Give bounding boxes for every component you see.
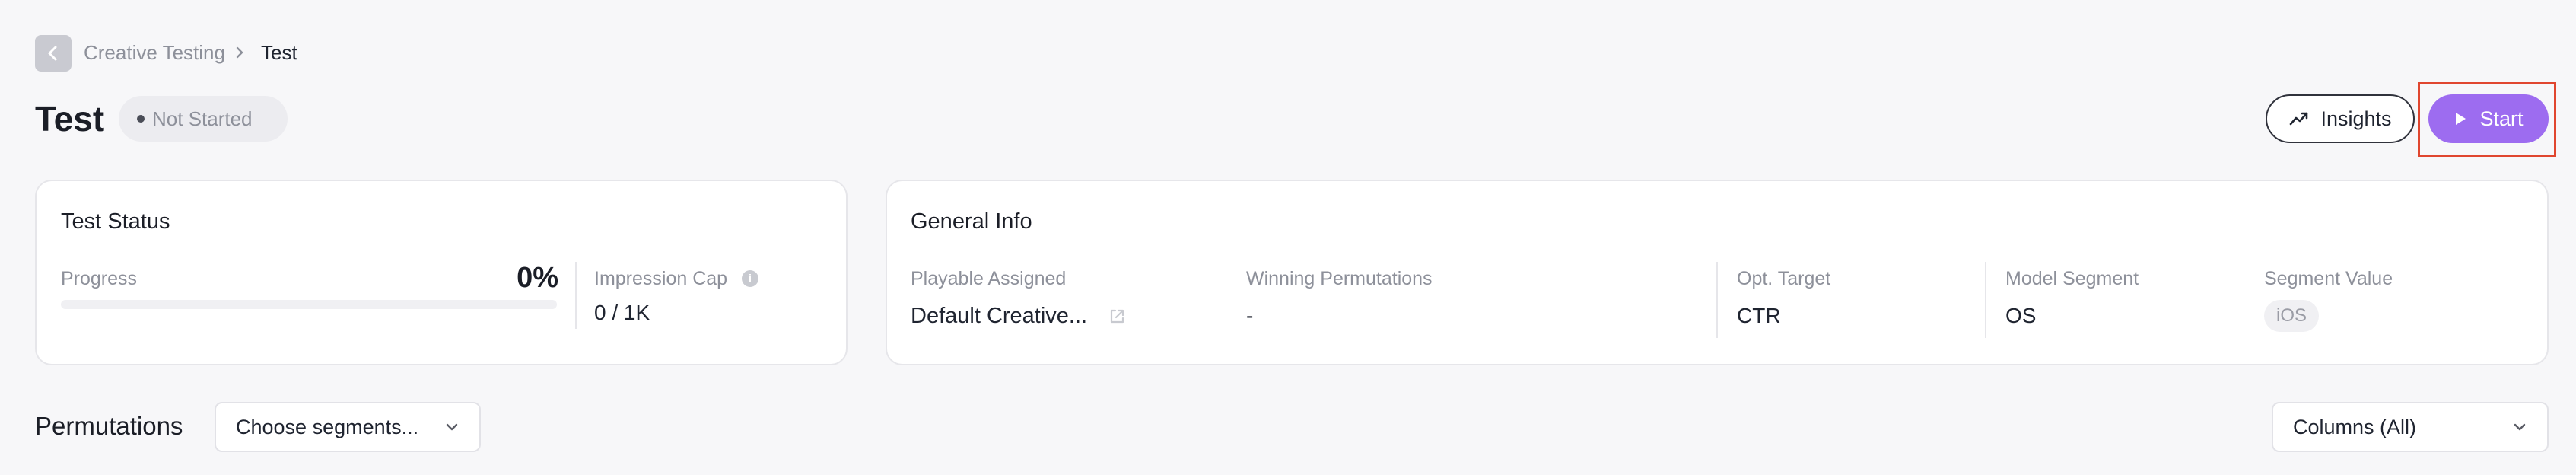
progress-bar xyxy=(61,300,557,309)
test-status-title: Test Status xyxy=(61,209,170,234)
impression-cap-value: 0 / 1K xyxy=(594,301,650,324)
page-title: Test xyxy=(35,99,105,139)
back-button[interactable] xyxy=(35,35,72,72)
start-button[interactable]: Start xyxy=(2428,94,2549,143)
playable-assigned-label: Playable Assigned xyxy=(911,268,1067,289)
divider xyxy=(575,262,577,329)
insights-button[interactable]: Insights xyxy=(2266,94,2415,143)
segment-value-label: Segment Value xyxy=(2264,268,2393,289)
start-button-label: Start xyxy=(2479,107,2524,130)
model-segment-label: Model Segment xyxy=(2005,268,2139,289)
columns-select[interactable]: Columns (All) xyxy=(2272,402,2549,452)
progress-percent: 0% xyxy=(517,262,558,294)
progress-label: Progress xyxy=(61,268,138,289)
permutations-title: Permutations xyxy=(35,412,183,440)
winning-permutations-label: Winning Permutations xyxy=(1246,268,1433,289)
divider xyxy=(1716,262,1718,338)
segments-select-value: Choose segments... xyxy=(236,415,419,438)
model-segment-value: OS xyxy=(2005,304,2037,327)
external-link-icon[interactable] xyxy=(1108,308,1126,330)
opt-target-label: Opt. Target xyxy=(1737,268,1831,289)
columns-select-value: Columns (All) xyxy=(2293,415,2417,438)
info-icon[interactable]: i xyxy=(742,270,758,287)
chevron-down-icon xyxy=(446,423,458,431)
divider xyxy=(1985,262,1986,338)
segment-value-chip: iOS xyxy=(2264,300,2320,332)
play-icon xyxy=(2456,113,2466,125)
playable-assigned-value: Default Creative... xyxy=(911,304,1088,328)
impression-cap-label: Impression Cap xyxy=(594,268,728,289)
chevron-down-icon xyxy=(2514,423,2526,431)
status-badge-label: Not Started xyxy=(152,107,253,130)
segments-select[interactable]: Choose segments... xyxy=(215,402,481,452)
trend-chart-icon xyxy=(2290,112,2308,126)
winning-permutations-value: - xyxy=(1246,304,1254,327)
breadcrumb-parent-link[interactable]: Creative Testing xyxy=(84,40,225,65)
status-badge: Not Started xyxy=(119,96,288,142)
general-info-title: General Info xyxy=(911,209,1032,234)
status-dot-icon xyxy=(137,115,145,123)
opt-target-value: CTR xyxy=(1737,304,1781,327)
breadcrumb-current: Test xyxy=(261,41,297,64)
insights-button-label: Insights xyxy=(2320,107,2392,130)
chevron-left-icon xyxy=(48,46,57,61)
chevron-right-icon xyxy=(231,41,248,64)
